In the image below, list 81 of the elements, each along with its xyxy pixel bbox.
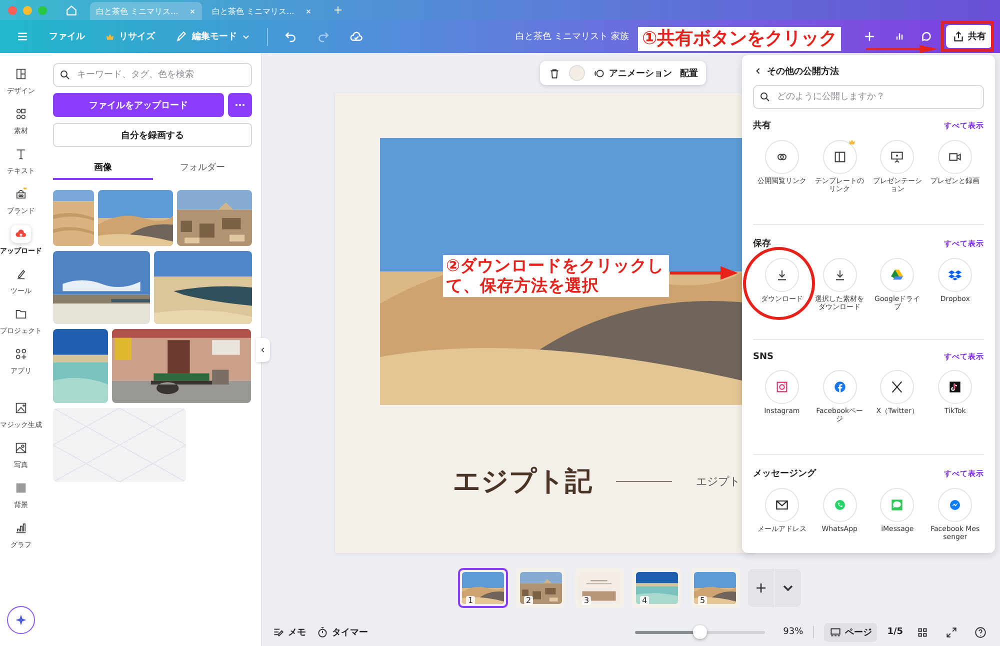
search-icon xyxy=(59,69,71,81)
image-icon xyxy=(14,441,28,455)
notes-button[interactable]: メモ xyxy=(272,626,306,638)
more-button[interactable] xyxy=(228,93,252,117)
presentation-icon xyxy=(889,149,906,165)
document-title[interactable]: 白と茶色 ミニマリスト 家族 xyxy=(515,30,629,43)
chart-icon xyxy=(14,521,28,535)
page-count: 1/5 xyxy=(887,627,903,637)
magic-button[interactable] xyxy=(7,606,35,634)
close-icon[interactable] xyxy=(305,8,312,14)
animation-button[interactable]: アニメーション xyxy=(593,66,672,80)
cloud-icon[interactable] xyxy=(349,29,364,44)
page-thumbnail[interactable]: 1 xyxy=(458,568,508,608)
page-number: 4 xyxy=(640,596,650,605)
new-tab-icon[interactable] xyxy=(332,4,344,16)
trash-icon[interactable] xyxy=(548,66,561,80)
folder-icon xyxy=(14,307,28,321)
crown-icon xyxy=(848,138,856,146)
highlight-frame xyxy=(941,21,994,52)
upload-button[interactable]: ファイルをアップロード xyxy=(53,93,224,117)
panel-tab[interactable]: フォルダー xyxy=(152,157,252,180)
shapes-icon xyxy=(14,107,28,121)
chat-bubble-icon xyxy=(889,497,906,513)
layout-icon xyxy=(14,67,28,81)
section-heading: SNS xyxy=(753,352,774,362)
panel-title: その他の公開方法 xyxy=(767,65,839,78)
share-icon xyxy=(952,30,965,43)
page-thumbnail[interactable]: 2 xyxy=(516,568,566,608)
timer-button[interactable]: タイマー xyxy=(316,626,368,638)
slide-subtitle: エジプト xyxy=(696,474,740,488)
page-number: 5 xyxy=(698,596,708,605)
close-icon[interactable] xyxy=(189,8,196,14)
facebook-icon xyxy=(832,379,848,395)
page-thumbnail[interactable]: 4 xyxy=(632,568,682,608)
arrange-button[interactable]: 配置 xyxy=(680,66,698,80)
search-field[interactable]: キーワード、タグ、色を検索 xyxy=(53,63,252,87)
fullscreen-icon[interactable] xyxy=(945,626,958,638)
search-field[interactable]: どのように公開しますか？ xyxy=(753,85,984,109)
search-icon xyxy=(759,91,771,103)
pen-icon xyxy=(175,30,188,43)
color-button[interactable] xyxy=(569,65,585,81)
share-option-button[interactable] xyxy=(880,140,914,174)
panel-tab[interactable]: 画像 xyxy=(53,157,152,180)
comment-icon[interactable] xyxy=(919,29,934,44)
share-option-button[interactable] xyxy=(822,140,857,174)
page-thumbnail[interactable]: 3 xyxy=(574,568,624,608)
magic-image-icon xyxy=(14,401,28,415)
annotation-callout: ②ダウンロードをクリックして、保存方法を選択 xyxy=(443,255,669,297)
bag-icon xyxy=(14,187,28,201)
help-icon[interactable] xyxy=(974,626,987,638)
timer-icon xyxy=(316,626,329,638)
grid-view-icon[interactable] xyxy=(916,626,929,638)
annotation-arrow xyxy=(866,45,938,53)
share-option-button[interactable] xyxy=(764,488,799,522)
zoom-slider[interactable] xyxy=(635,625,766,639)
section-heading: 共有 xyxy=(753,119,771,132)
page-number: 3 xyxy=(582,596,592,605)
apps-icon xyxy=(14,347,28,361)
slide-title: エジプト記 xyxy=(453,465,592,499)
annotation-callout: ①共有ボタンをクリック xyxy=(638,27,842,51)
caret-icon xyxy=(783,585,793,591)
share-option-button[interactable] xyxy=(938,370,972,404)
page-number: 2 xyxy=(524,596,534,605)
page-view-button[interactable]: ページ xyxy=(824,622,878,642)
pattern-icon xyxy=(14,481,28,495)
record-button[interactable]: 自分を録画する xyxy=(53,123,252,147)
share-option-button[interactable] xyxy=(938,140,972,174)
text-icon xyxy=(14,147,28,161)
section-heading: 保存 xyxy=(753,238,771,250)
page-view-icon xyxy=(829,626,842,638)
section-heading: メッセージング xyxy=(753,468,816,480)
page-number: 1 xyxy=(466,596,476,605)
share-option-button[interactable] xyxy=(764,140,799,174)
crown-icon xyxy=(105,32,115,42)
annotation-arrow xyxy=(670,266,738,280)
plus-icon[interactable] xyxy=(862,29,877,44)
home-icon[interactable] xyxy=(65,4,78,16)
share-button[interactable]: 共有 xyxy=(946,25,992,48)
page-thumbnail[interactable]: 5 xyxy=(690,568,740,608)
zoom-level: 93% xyxy=(783,627,804,637)
tiktok-icon xyxy=(947,379,964,395)
